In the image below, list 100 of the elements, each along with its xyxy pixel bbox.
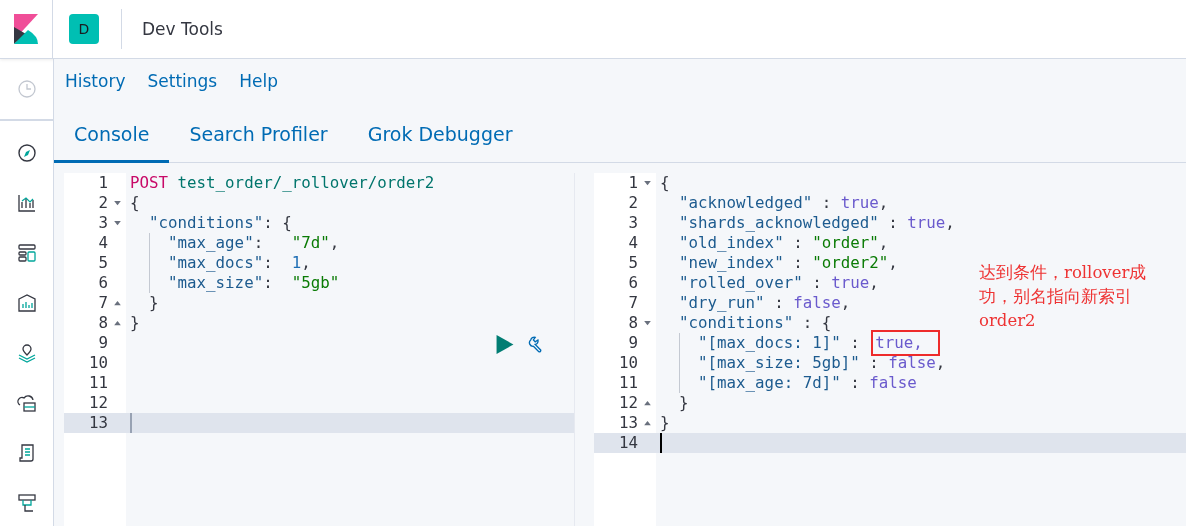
line-number: 8 <box>627 313 638 333</box>
code-token: test_order/_rollover/order2 <box>176 173 435 193</box>
code-token: false <box>888 353 936 373</box>
line-number: 11 <box>617 373 638 393</box>
annotation-note: 达到条件，rollover成功，别名指向新索引order2 <box>979 262 1148 332</box>
line-number: 9 <box>97 333 108 353</box>
code-token: , <box>301 253 311 273</box>
line-number: 12 <box>87 393 108 413</box>
line-number: 1 <box>97 173 108 193</box>
code-token: : <box>849 333 861 353</box>
canvas-icon[interactable] <box>16 293 37 313</box>
map-pin-icon[interactable] <box>16 343 37 363</box>
code-token: : <box>253 233 265 253</box>
code-token: : <box>820 193 833 213</box>
line-number: 13 <box>87 413 108 433</box>
play-icon[interactable] <box>496 334 514 354</box>
code-token: : <box>263 253 274 273</box>
fold-end-icon[interactable] <box>643 420 651 426</box>
line-number: 9 <box>627 333 638 353</box>
logo-icon[interactable] <box>14 14 38 44</box>
code-token: true, <box>874 333 937 353</box>
code-token: } <box>148 293 159 313</box>
fold-icon[interactable] <box>643 180 651 186</box>
fold-end-icon[interactable] <box>113 320 121 326</box>
line-number: 6 <box>627 273 638 293</box>
compass-icon[interactable] <box>16 143 37 163</box>
code-token: : <box>849 373 861 393</box>
code-token: } <box>678 393 689 413</box>
line-number: 14 <box>617 433 638 453</box>
code-token: "order" <box>812 233 879 253</box>
code-token: : <box>868 353 880 373</box>
code-token: false <box>793 293 841 313</box>
code-token: "conditions" <box>678 313 794 333</box>
code-token: { <box>660 173 670 193</box>
code-token: , <box>935 353 946 373</box>
code-token: } <box>660 413 670 433</box>
server-icon[interactable] <box>16 393 37 413</box>
code-token: "dry_run" <box>678 293 765 313</box>
code-token: "max_age" <box>167 233 254 253</box>
code-token: true <box>907 213 946 233</box>
fold-icon[interactable] <box>113 200 121 206</box>
fold-end-icon[interactable] <box>643 400 651 406</box>
line-number: 12 <box>617 393 638 413</box>
menu-link[interactable]: Help <box>239 71 278 107</box>
line-number: 10 <box>617 353 638 373</box>
code-token: "rolled_over" <box>678 273 803 293</box>
code-token: "max_size" <box>167 273 264 293</box>
monitor-icon[interactable] <box>16 493 37 513</box>
code-token: : <box>263 273 274 293</box>
space-avatar[interactable]: D <box>69 14 99 44</box>
line-number: 7 <box>97 293 108 313</box>
line-number: 3 <box>627 213 638 233</box>
dashboard-icon[interactable] <box>16 243 37 263</box>
line-number: 10 <box>87 353 108 373</box>
line-number: 2 <box>627 193 638 213</box>
code-token: "[max_docs: 1]" <box>697 333 841 353</box>
code-token: : <box>811 273 823 293</box>
code-token: "conditions" <box>148 213 264 233</box>
code-token: true <box>840 193 879 213</box>
code-token: "7d" <box>291 233 330 253</box>
code-token: "new_index" <box>678 253 784 273</box>
code-token: , <box>878 193 889 213</box>
document-icon[interactable] <box>16 443 37 463</box>
code-token: { <box>130 193 140 213</box>
code-token: "[max_size: 5gb]" <box>697 353 860 373</box>
code-token: "5gb" <box>291 273 340 293</box>
fold-end-icon[interactable] <box>113 300 121 306</box>
chart-icon[interactable] <box>16 193 37 213</box>
code-token: "order2" <box>812 253 889 273</box>
code-token: 1 <box>291 253 302 273</box>
line-number: 1 <box>627 173 638 193</box>
code-token: , <box>869 273 879 293</box>
code-token: , <box>888 253 898 273</box>
fold-icon[interactable] <box>113 220 121 226</box>
fold-icon[interactable] <box>643 320 651 326</box>
code-token: , <box>840 293 851 313</box>
tab[interactable]: Search Profiler <box>169 107 348 163</box>
code-token: "shards_acknowledged" <box>678 213 879 233</box>
page-title: Dev Tools <box>142 19 223 39</box>
code-token: : <box>792 233 804 253</box>
line-number: 4 <box>627 233 638 253</box>
line-number: 11 <box>87 373 108 393</box>
code-token: : { <box>801 313 832 333</box>
line-number: 5 <box>97 253 108 273</box>
tab[interactable]: Grok Debugger <box>347 107 533 163</box>
line-number: 2 <box>97 193 108 213</box>
line-number: 3 <box>97 213 108 233</box>
code-token: , <box>945 213 955 233</box>
line-number: 5 <box>627 253 638 273</box>
menu-link[interactable]: Settings <box>147 71 218 107</box>
code-token: "max_docs" <box>167 253 264 273</box>
tab[interactable]: Console <box>54 107 170 163</box>
code-token: "acknowledged" <box>678 193 813 213</box>
line-number: 7 <box>627 293 638 313</box>
menu-link[interactable]: History <box>65 71 126 107</box>
line-number: 13 <box>617 413 638 433</box>
code-token: , <box>878 233 889 253</box>
request-editor[interactable]: 1 POST test_order/_rollover/order2 2 { 3 "conditions": { 4 "max_age": "7d", 5 "max_docs": 1, 6 "max_size": "5gb" 7 } 8 } 9 10 11 12 13 <box>64 173 575 526</box>
code-token: true <box>831 273 870 293</box>
line-number: 8 <box>97 313 108 333</box>
